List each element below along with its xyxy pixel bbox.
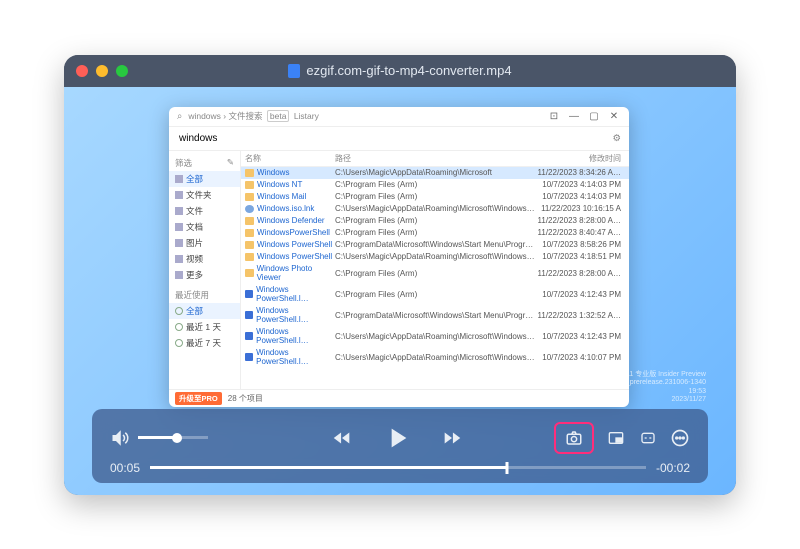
folder-icon: [245, 269, 254, 277]
sidebar-recent-item[interactable]: 最近 1 天: [169, 319, 240, 335]
image-icon: [175, 239, 183, 247]
video-content: ⌕ windows › 文件搜索 beta Listary ⊡ — ▢ ✕ ⚙: [64, 87, 736, 495]
close-icon[interactable]: ✕: [607, 109, 621, 123]
sidebar-filter-item[interactable]: 文件夹: [169, 187, 240, 203]
pin-icon[interactable]: ⊡: [547, 109, 561, 123]
sidebar-filter-item[interactable]: 文档: [169, 219, 240, 235]
result-row[interactable]: WindowsPowerShellC:\Program Files (Arm)1…: [241, 227, 629, 239]
sidebar-filter-item[interactable]: 全部: [169, 171, 240, 187]
minimize-icon[interactable]: —: [567, 109, 581, 123]
file-icon: [288, 64, 300, 78]
search-bar: ⚙: [169, 127, 629, 151]
upgrade-pro-button[interactable]: 升级至PRO: [175, 392, 222, 405]
volume-slider[interactable]: [138, 436, 208, 439]
titlebar[interactable]: ezgif.com-gif-to-mp4-converter.mp4: [64, 55, 736, 87]
item-count: 28 个项目: [228, 393, 263, 404]
sidebar-filter-item[interactable]: 文件: [169, 203, 240, 219]
time-remaining: -00:02: [656, 461, 690, 475]
more-icon: [175, 271, 183, 279]
windows-watermark: ws 11 专业版 Insider Preview s.ni_prereleas…: [615, 371, 706, 405]
snapshot-button-highlighted[interactable]: [554, 422, 594, 454]
result-row[interactable]: Windows PowerShell.l…C:\ProgramData\Micr…: [241, 305, 629, 326]
sidebar-filter-item[interactable]: 图片: [169, 235, 240, 251]
clock-icon: [175, 307, 183, 315]
ps-icon: [245, 353, 253, 361]
search-window-header: ⌕ windows › 文件搜索 beta Listary ⊡ — ▢ ✕: [169, 107, 629, 127]
folder-icon: [245, 193, 254, 201]
result-row[interactable]: Windows.iso.lnkC:\Users\Magic\AppData\Ro…: [241, 203, 629, 215]
sidebar-filter-item[interactable]: 更多: [169, 267, 240, 283]
folder-icon: [245, 169, 254, 177]
folder-icon: [245, 253, 254, 261]
result-row[interactable]: Windows PowerShellC:\ProgramData\Microso…: [241, 239, 629, 251]
folder-icon: [245, 229, 254, 237]
result-row[interactable]: Windows DefenderC:\Program Files (Arm)11…: [241, 215, 629, 227]
video-player-window: ezgif.com-gif-to-mp4-converter.mp4 ⌕ win…: [64, 55, 736, 495]
result-row[interactable]: Windows PowerShellC:\Users\Magic\AppData…: [241, 251, 629, 263]
result-row[interactable]: Windows PowerShell.l…C:\Users\Magic\AppD…: [241, 347, 629, 368]
folder-icon: [245, 241, 254, 249]
result-row[interactable]: Windows MailC:\Program Files (Arm)10/7/2…: [241, 191, 629, 203]
sidebar: 筛选 ✎ 全部文件夹文件文档图片视频更多 最近使用 全部最近 1 天最近 7 天: [169, 151, 241, 389]
folder-icon: [175, 191, 183, 199]
search-input[interactable]: [177, 131, 606, 146]
breadcrumb: windows › 文件搜索 beta Listary: [188, 110, 319, 122]
volume-control[interactable]: [110, 429, 240, 447]
player-controls: 00:05 -00:02: [92, 409, 708, 483]
time-elapsed: 00:05: [110, 461, 140, 475]
doc-icon: [175, 207, 183, 215]
column-headers: 名称 路径 修改时间: [241, 151, 629, 167]
play-button[interactable]: [381, 422, 413, 454]
folder-icon: [245, 181, 254, 189]
results-panel: 名称 路径 修改时间 WindowsC:\Users\Magic\AppData…: [241, 151, 629, 389]
recent-header: 最近使用: [169, 287, 240, 303]
sidebar-recent-item[interactable]: 全部: [169, 303, 240, 319]
maximize-icon[interactable]: ▢: [587, 109, 601, 123]
volume-icon[interactable]: [110, 429, 130, 447]
fast-forward-button[interactable]: [439, 427, 465, 449]
video-icon: [175, 255, 183, 263]
search-icon: ⌕: [177, 111, 182, 122]
settings-icon[interactable]: ⚙: [612, 133, 621, 144]
result-row[interactable]: WindowsC:\Users\Magic\AppData\Roaming\Mi…: [241, 167, 629, 179]
ps-icon: [245, 332, 253, 340]
seek-bar[interactable]: [150, 466, 646, 469]
result-row[interactable]: Windows PowerShell.l…C:\Program Files (A…: [241, 284, 629, 305]
ps-icon: [245, 311, 253, 319]
folder-icon: [245, 217, 254, 225]
filter-header: 筛选 ✎: [169, 155, 240, 171]
status-bar: 升级至PRO 28 个项目: [169, 389, 629, 407]
more-options-button[interactable]: [670, 428, 690, 448]
listary-search-window: ⌕ windows › 文件搜索 beta Listary ⊡ — ▢ ✕ ⚙: [169, 107, 629, 407]
square-icon: [175, 175, 183, 183]
ps-icon: [245, 290, 253, 298]
iso-icon: [245, 205, 254, 213]
result-row[interactable]: Windows PowerShell.l…C:\Users\Magic\AppD…: [241, 326, 629, 347]
subtitle-button[interactable]: [638, 430, 658, 446]
window-title: ezgif.com-gif-to-mp4-converter.mp4: [64, 63, 736, 78]
doc-icon: [175, 223, 183, 231]
result-row[interactable]: Windows NTC:\Program Files (Arm)10/7/202…: [241, 179, 629, 191]
clock-icon: [175, 339, 183, 347]
result-row[interactable]: Windows Photo ViewerC:\Program Files (Ar…: [241, 263, 629, 284]
sidebar-filter-item[interactable]: 视频: [169, 251, 240, 267]
rewind-button[interactable]: [329, 427, 355, 449]
sidebar-recent-item[interactable]: 最近 7 天: [169, 335, 240, 351]
edit-icon[interactable]: ✎: [227, 157, 234, 168]
pip-button[interactable]: [606, 430, 626, 446]
clock-icon: [175, 323, 183, 331]
